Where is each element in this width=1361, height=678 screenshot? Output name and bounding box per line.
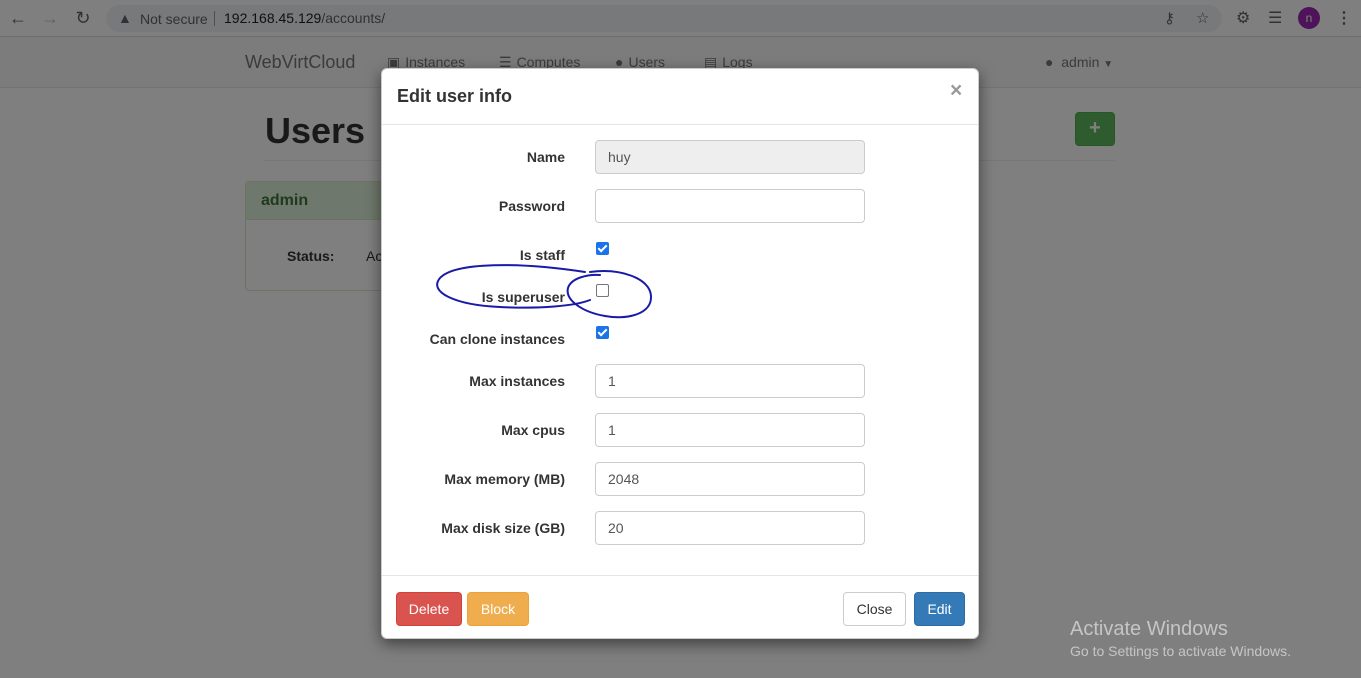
close-icon[interactable]: × bbox=[950, 80, 962, 101]
max-cpus-field[interactable] bbox=[595, 413, 865, 447]
activate-windows-title: Activate Windows bbox=[1070, 618, 1228, 640]
modal-footer: Delete Block Close Edit bbox=[382, 575, 978, 639]
max-disk-field[interactable] bbox=[595, 511, 865, 545]
delete-button[interactable]: Delete bbox=[396, 592, 462, 626]
can-clone-label: Can clone instances bbox=[429, 331, 565, 347]
max-memory-label: Max memory (MB) bbox=[444, 471, 565, 487]
activate-windows-subtitle: Go to Settings to activate Windows. bbox=[1070, 643, 1291, 659]
edit-button[interactable]: Edit bbox=[914, 592, 965, 626]
max-instances-label: Max instances bbox=[469, 373, 565, 389]
max-memory-field[interactable] bbox=[595, 462, 865, 496]
max-cpus-label: Max cpus bbox=[501, 422, 565, 438]
name-field[interactable] bbox=[595, 140, 865, 174]
is-staff-checkbox[interactable] bbox=[596, 242, 609, 255]
max-instances-field[interactable] bbox=[595, 364, 865, 398]
is-superuser-checkbox[interactable] bbox=[596, 284, 609, 297]
can-clone-checkbox[interactable] bbox=[596, 326, 609, 339]
modal-title: Edit user info bbox=[397, 86, 513, 106]
name-label: Name bbox=[526, 149, 565, 165]
block-button[interactable]: Block bbox=[467, 592, 529, 626]
edit-user-modal: Edit user info × Name Password Is staff … bbox=[381, 68, 979, 639]
is-superuser-label: Is superuser bbox=[481, 289, 565, 305]
is-staff-label: Is staff bbox=[519, 247, 565, 263]
password-field[interactable] bbox=[595, 189, 865, 223]
max-disk-label: Max disk size (GB) bbox=[441, 520, 565, 536]
modal-header: Edit user info × bbox=[382, 69, 978, 125]
close-button[interactable]: Close bbox=[843, 592, 906, 626]
password-label: Password bbox=[498, 198, 565, 214]
